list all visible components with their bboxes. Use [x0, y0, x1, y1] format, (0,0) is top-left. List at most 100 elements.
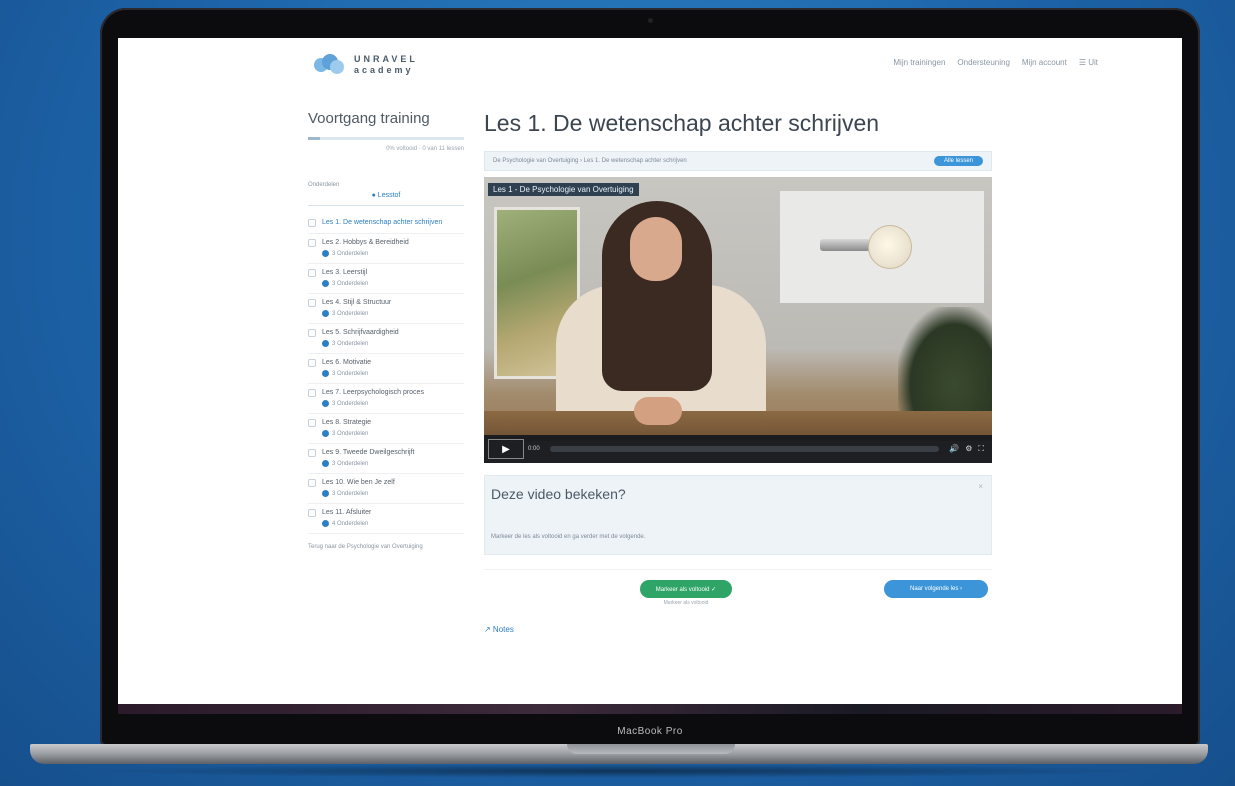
logo[interactable]: UNRAVEL academy	[312, 52, 418, 78]
completion-prompt: Deze video bekeken? × Markeer de les als…	[484, 475, 992, 555]
info-icon	[322, 430, 329, 437]
info-icon	[322, 250, 329, 257]
volume-icon[interactable]: 🔊	[949, 444, 959, 454]
checkbox-icon[interactable]	[308, 269, 316, 277]
checkbox-icon[interactable]	[308, 509, 316, 517]
lesson-title: Les 3. Leerstijl	[322, 269, 368, 276]
laptop-shadow	[80, 764, 1158, 778]
logo-line-2: academy	[354, 65, 414, 75]
video-time: 0:00	[528, 446, 540, 452]
play-button[interactable]: ▶	[488, 439, 524, 459]
screen-bezel-reflection	[118, 704, 1182, 714]
site-header: UNRAVEL academy Mijn trainingen Onderste…	[118, 38, 1182, 100]
sidebar-lesson-3[interactable]: Les 3. Leerstijl 3 Onderdelen	[308, 264, 464, 294]
mark-complete-subtext: Markeer als voltooid	[663, 600, 709, 606]
lesson-title: Les 1. De wetenschap achter schrijven	[322, 219, 443, 226]
completion-subtext: Markeer de les als voltooid en ga verder…	[491, 534, 646, 540]
lesson-main: Les 1. De wetenschap achter schrijven De…	[484, 110, 992, 634]
laptop-lid: UNRAVEL academy Mijn trainingen Onderste…	[100, 8, 1200, 746]
sidebar-lesson-5[interactable]: Les 5. Schrijfvaardigheid 3 Onderdelen	[308, 324, 464, 354]
next-lesson-button[interactable]: Naar volgende les ›	[884, 580, 988, 598]
laptop-screen: UNRAVEL academy Mijn trainingen Onderste…	[118, 38, 1182, 704]
close-icon[interactable]: ×	[978, 482, 983, 491]
lesson-meta: 3 Onderdelen	[332, 310, 369, 317]
breadcrumb[interactable]: De Psychologie van Overtuiging › Les 1. …	[493, 158, 687, 164]
sidebar-lesson-9[interactable]: Les 9. Tweede Dweilgeschrijft 3 Onderdel…	[308, 444, 464, 474]
sidebar-title: Voortgang training	[308, 110, 430, 127]
lesson-title: Les 4. Stijl & Structuur	[322, 299, 392, 306]
checkbox-icon[interactable]	[308, 359, 316, 367]
lesson-title: Les 5. Schrijfvaardigheid	[322, 329, 399, 336]
info-icon	[322, 490, 329, 497]
lamp-socket	[820, 239, 870, 251]
sidebar-lesson-4[interactable]: Les 4. Stijl & Structuur 3 Onderdelen	[308, 294, 464, 324]
progress-text: 0% voltooid · 0 van 11 lessen	[386, 146, 464, 152]
checkbox-icon[interactable]	[308, 219, 316, 227]
presenter-face	[630, 217, 682, 281]
mark-complete-button[interactable]: Markeer als voltooid ✓	[640, 580, 732, 598]
camera	[648, 18, 653, 23]
page-title: Les 1. De wetenschap achter schrijven	[484, 110, 880, 136]
course-sidebar: Voortgang training 0% voltooid · 0 van 1…	[308, 110, 464, 550]
lesson-meta: 3 Onderdelen	[332, 490, 369, 497]
lesson-title: Les 2. Hobbys & Bereidheid	[322, 239, 409, 246]
lesson-title: Les 11. Afsluiter	[322, 509, 372, 516]
presenter-hands	[634, 397, 682, 425]
lightbulb-image	[868, 225, 912, 269]
back-to-course-link[interactable]: Terug naar de Psychologie van Overtuigin…	[308, 544, 464, 550]
sidebar-lesson-10[interactable]: Les 10. Wie ben Je zelf 3 Onderdelen	[308, 474, 464, 504]
checkbox-icon[interactable]	[308, 449, 316, 457]
info-icon	[322, 340, 329, 347]
completion-question: Deze video bekeken?	[491, 486, 626, 502]
lesson-title: Les 8. Strategie	[322, 419, 372, 426]
checkbox-icon[interactable]	[308, 479, 316, 487]
nav-my-trainings[interactable]: Mijn trainingen	[893, 58, 945, 67]
all-lessons-button[interactable]: Alle lessen	[933, 156, 983, 166]
info-icon	[322, 400, 329, 407]
lesson-title: Les 9. Tweede Dweilgeschrijft	[322, 449, 415, 456]
sidebar-lesson-6[interactable]: Les 6. Motivatie 3 Onderdelen	[308, 354, 464, 384]
lesson-meta: 3 Onderdelen	[332, 340, 369, 347]
progress-fill	[308, 137, 321, 140]
info-icon	[322, 520, 329, 527]
settings-icon[interactable]: ⚙	[965, 444, 972, 454]
brain-logo-icon	[312, 52, 346, 78]
nav-my-account[interactable]: Mijn account	[1022, 58, 1067, 67]
checkbox-icon[interactable]	[308, 299, 316, 307]
lesson-title: Les 6. Motivatie	[322, 359, 372, 366]
lesstof-tab[interactable]: ● Lesstof	[308, 192, 464, 206]
laptop-model-label: MacBook Pro	[617, 726, 683, 737]
lesson-meta: 3 Onderdelen	[332, 370, 369, 377]
video-title[interactable]: Les 1 - De Psychologie van Overtuiging	[488, 183, 639, 196]
progress-bar	[308, 137, 464, 140]
sidebar-lesson-8[interactable]: Les 8. Strategie 3 Onderdelen	[308, 414, 464, 444]
breadcrumb-bar: De Psychologie van Overtuiging › Les 1. …	[484, 151, 992, 171]
video-control-icons: 🔊 ⚙ ⛶	[949, 444, 984, 454]
lesson-title: Les 10. Wie ben Je zelf	[322, 479, 395, 486]
nav-support[interactable]: Ondersteuning	[957, 58, 1009, 67]
lesson-meta: 3 Onderdelen	[332, 250, 369, 257]
info-icon	[322, 370, 329, 377]
nav-menu[interactable]: ☰ Uit	[1079, 58, 1098, 67]
sidebar-lesson-2[interactable]: Les 2. Hobbys & Bereidheid 3 Onderdelen	[308, 234, 464, 264]
checkbox-icon[interactable]	[308, 329, 316, 337]
sidebar-lesson-1[interactable]: Les 1. De wetenschap achter schrijven	[308, 214, 464, 234]
sidebar-lesson-11[interactable]: Les 11. Afsluiter 4 Onderdelen	[308, 504, 464, 534]
video-player[interactable]: Les 1 - De Psychologie van Overtuiging ▶…	[484, 177, 992, 463]
info-icon	[322, 310, 329, 317]
info-icon	[322, 280, 329, 287]
lesson-title: Les 7. Leerpsychologisch proces	[322, 389, 424, 396]
lesson-meta: 3 Onderdelen	[332, 430, 369, 437]
top-nav: Mijn trainingen Ondersteuning Mijn accou…	[893, 58, 1098, 67]
play-icon: ▶	[502, 443, 510, 455]
checkbox-icon[interactable]	[308, 389, 316, 397]
checkbox-icon[interactable]	[308, 239, 316, 247]
notes-link[interactable]: ↗ Notes	[484, 625, 992, 634]
lesson-meta: 4 Onderdelen	[332, 520, 369, 527]
video-controls: ▶ 0:00 🔊 ⚙ ⛶	[484, 435, 992, 463]
checkbox-icon[interactable]	[308, 419, 316, 427]
seek-bar[interactable]	[549, 446, 940, 452]
fullscreen-icon[interactable]: ⛶	[978, 444, 984, 454]
sidebar-lesson-7[interactable]: Les 7. Leerpsychologisch proces 3 Onderd…	[308, 384, 464, 414]
laptop-notch	[567, 744, 735, 754]
